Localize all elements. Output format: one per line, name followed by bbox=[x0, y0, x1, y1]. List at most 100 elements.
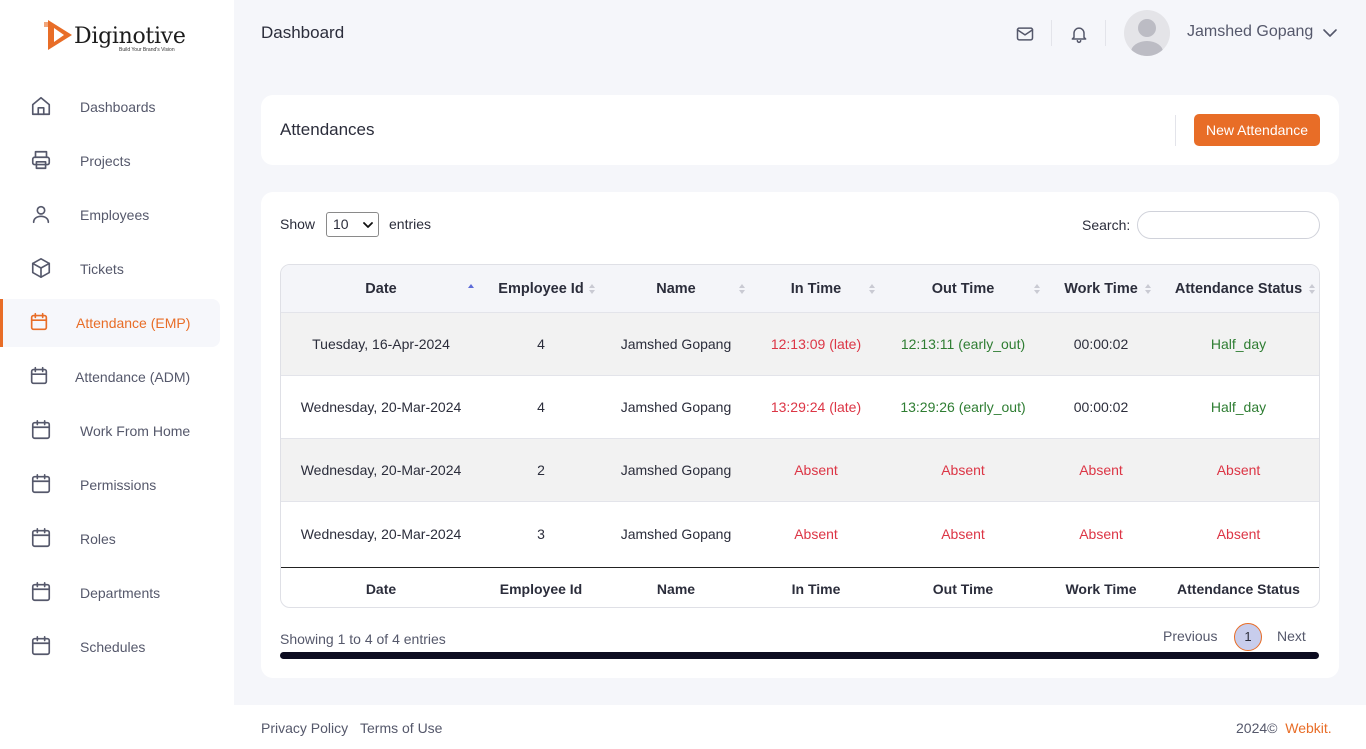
printer-icon bbox=[31, 150, 51, 170]
sidebar-item-schedules[interactable]: Schedules bbox=[0, 623, 234, 671]
brand-logo[interactable]: Diginotive Build Your Brand's Vision bbox=[44, 14, 194, 60]
sort-icon[interactable] bbox=[1144, 283, 1152, 295]
sidebar-item-label: Schedules bbox=[80, 639, 146, 655]
cell-name: Jamshed Gopang bbox=[620, 525, 732, 542]
sidebar-item-permissions[interactable]: Permissions bbox=[0, 461, 234, 509]
calendar-icon bbox=[31, 528, 51, 548]
cell-work-time: Absent bbox=[1079, 462, 1123, 478]
sidebar-item-roles[interactable]: Roles bbox=[0, 515, 234, 563]
column-header-employee-id[interactable]: Employee Id bbox=[491, 281, 591, 297]
cell-attendance-status: Half_day bbox=[1210, 336, 1267, 352]
sidebar-item-attendance-adm[interactable]: Attendance (ADM) bbox=[0, 353, 234, 401]
cell-date: Wednesday, 20-Mar-2024 bbox=[300, 399, 462, 415]
sidebar-item-label: Attendance (ADM) bbox=[75, 369, 191, 385]
table-footer-row: Date Employee Id Name In Time Out Time W… bbox=[281, 567, 1319, 607]
column-header-out-time[interactable]: Out Time bbox=[886, 281, 1040, 297]
sidebar-item-tickets[interactable]: Tickets bbox=[0, 245, 234, 293]
sidebar-item-label: Roles bbox=[80, 531, 116, 547]
cell-name: Jamshed Gopang bbox=[620, 336, 732, 352]
pagination-next[interactable]: Next bbox=[1277, 628, 1306, 644]
entries-label: entries bbox=[389, 216, 432, 232]
column-header-in-time[interactable]: In Time bbox=[756, 281, 876, 297]
column-footer-date: Date bbox=[365, 580, 397, 597]
terms-of-use-link[interactable]: Terms of Use bbox=[360, 720, 442, 736]
chevron-down-icon[interactable] bbox=[1322, 26, 1338, 40]
column-header-work-time[interactable]: Work Time bbox=[1051, 281, 1151, 297]
sort-icon[interactable] bbox=[868, 283, 876, 295]
avatar-placeholder-icon bbox=[1131, 19, 1163, 56]
horizontal-scrollbar[interactable] bbox=[280, 652, 1319, 659]
header-divider bbox=[1051, 20, 1052, 46]
table-info: Showing 1 to 4 of 4 entries bbox=[280, 631, 446, 647]
column-header-attendance-status[interactable]: Attendance Status bbox=[1161, 281, 1316, 297]
column-footer-in-time: In Time bbox=[791, 580, 841, 597]
show-label: Show bbox=[280, 216, 316, 232]
bell-icon[interactable] bbox=[1069, 24, 1089, 44]
table-row[interactable]: Tuesday, 16-Apr-2024 4 Jamshed Gopang 12… bbox=[281, 313, 1319, 376]
cell-work-time: 00:00:02 bbox=[1073, 336, 1129, 352]
new-attendance-button[interactable]: New Attendance bbox=[1194, 114, 1320, 146]
page-title: Dashboard bbox=[261, 23, 345, 42]
sidebar-item-attendance-emp[interactable]: Attendance (EMP) bbox=[0, 299, 220, 347]
mail-icon[interactable] bbox=[1015, 24, 1035, 44]
sort-icon[interactable] bbox=[738, 283, 746, 295]
sidebar-item-work-from-home[interactable]: Work From Home bbox=[0, 407, 234, 455]
sort-icon[interactable] bbox=[1308, 283, 1316, 295]
calendar-icon bbox=[30, 366, 48, 385]
column-header-date[interactable]: Date bbox=[281, 281, 481, 297]
calendar-icon bbox=[30, 312, 48, 331]
cell-work-time: 00:00:02 bbox=[1073, 399, 1129, 415]
sidebar-item-label: Attendance (EMP) bbox=[76, 315, 191, 331]
calendar-icon bbox=[31, 420, 51, 440]
cell-in-time: 13:29:24 (late) bbox=[770, 399, 862, 415]
table-row[interactable]: Wednesday, 20-Mar-2024 3 Jamshed Gopang … bbox=[281, 502, 1319, 565]
attendance-table-card: Show 10 entries Search: Date Employee Id… bbox=[261, 192, 1339, 678]
cell-attendance-status: Half_day bbox=[1210, 399, 1267, 415]
sort-asc-icon[interactable] bbox=[467, 283, 475, 295]
webkit-link[interactable]: Webkit bbox=[1285, 720, 1328, 736]
column-footer-attendance-status: Attendance Status bbox=[1177, 580, 1300, 597]
cell-date: Wednesday, 20-Mar-2024 bbox=[300, 462, 462, 478]
cell-in-time: 12:13:09 (late) bbox=[770, 336, 862, 352]
sidebar-item-label: Employees bbox=[80, 207, 150, 223]
cell-attendance-status: Absent bbox=[1216, 462, 1261, 478]
cell-work-time: Absent bbox=[1079, 525, 1123, 542]
header-card-divider bbox=[1175, 115, 1176, 146]
column-footer-employee-id: Employee Id bbox=[499, 580, 583, 597]
cell-in-time: Absent bbox=[794, 525, 838, 542]
sidebar-item-departments[interactable]: Departments bbox=[0, 569, 234, 617]
cell-out-time: Absent bbox=[941, 525, 985, 542]
cell-employee-id: 3 bbox=[537, 525, 545, 542]
cell-date: Tuesday, 16-Apr-2024 bbox=[312, 336, 450, 352]
attendance-table: Date Employee Id Name In Time Out Time W… bbox=[280, 264, 1320, 608]
sidebar-item-dashboards[interactable]: Dashboards bbox=[0, 83, 234, 131]
column-header-name[interactable]: Name bbox=[606, 281, 746, 297]
page-footer: Privacy Policy Terms of Use 2024© Webkit… bbox=[234, 705, 1366, 749]
pagination-page-1[interactable]: 1 bbox=[1234, 623, 1262, 651]
user-name[interactable]: Jamshed Gopang bbox=[1187, 23, 1313, 41]
privacy-policy-link[interactable]: Privacy Policy bbox=[261, 720, 348, 736]
column-footer-name: Name bbox=[656, 580, 696, 597]
sidebar-item-employees[interactable]: Employees bbox=[0, 191, 234, 239]
avatar[interactable] bbox=[1124, 10, 1170, 56]
search-input[interactable] bbox=[1137, 211, 1320, 239]
page-length-value: 10 bbox=[333, 216, 349, 232]
sort-icon[interactable] bbox=[1033, 283, 1041, 295]
header-divider bbox=[1105, 20, 1106, 46]
cell-name: Jamshed Gopang bbox=[620, 462, 732, 478]
table-row[interactable]: Wednesday, 20-Mar-2024 4 Jamshed Gopang … bbox=[281, 376, 1319, 439]
sidebar: Diginotive Build Your Brand's Vision Das… bbox=[0, 0, 234, 749]
cell-in-time: Absent bbox=[794, 462, 838, 478]
table-row[interactable]: Wednesday, 20-Mar-2024 2 Jamshed Gopang … bbox=[281, 439, 1319, 502]
page-length-select[interactable]: 10 bbox=[326, 212, 379, 237]
home-icon bbox=[31, 96, 51, 116]
sidebar-item-label: Departments bbox=[80, 585, 161, 601]
pagination-previous[interactable]: Previous bbox=[1163, 628, 1217, 644]
cell-out-time: 12:13:11 (early_out) bbox=[900, 336, 1026, 352]
table-header-row: Date Employee Id Name In Time Out Time W… bbox=[281, 265, 1319, 313]
sidebar-item-projects[interactable]: Projects bbox=[0, 137, 234, 185]
section-title: Attendances bbox=[280, 120, 375, 139]
sort-icon[interactable] bbox=[588, 283, 596, 295]
attendances-header-card: Attendances New Attendance bbox=[261, 95, 1339, 165]
copyright-year: 2024© bbox=[1236, 720, 1278, 736]
